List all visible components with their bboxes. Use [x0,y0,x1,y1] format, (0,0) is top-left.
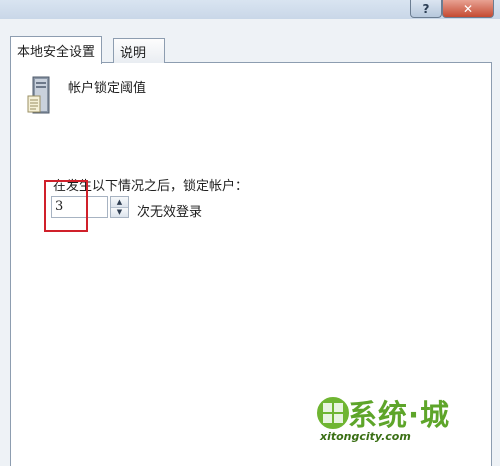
threshold-spinner: ▲ ▼ [110,196,129,218]
window-chrome: ? ✕ [0,0,500,19]
help-button[interactable]: ? [410,0,442,18]
windows-logo-icon [315,395,351,431]
close-button[interactable]: ✕ [442,0,494,18]
server-icon [27,76,50,114]
watermark-brand: 系统·城 [348,398,451,432]
close-icon: ✕ [462,1,474,16]
policy-title: 帐户锁定阈值 [68,81,147,96]
question-icon: ? [422,1,430,16]
annotation-highlight-box [44,180,88,232]
spin-down-button[interactable]: ▼ [111,207,128,217]
spin-up-button[interactable]: ▲ [111,197,128,208]
caret-up-icon: ▲ [116,197,123,206]
tab-explain[interactable]: 说明 [113,38,165,63]
watermark-url: xitongcity.com [320,430,411,443]
invalid-logon-label: 次无效登录 [137,205,203,220]
caret-down-icon: ▼ [116,208,123,217]
watermark: 系统·城 xitongcity.com [308,390,468,448]
tab-label: 说明 [120,45,147,61]
tab-local-security-setting[interactable]: 本地安全设置 [10,36,103,64]
tab-label: 本地安全设置 [17,45,96,60]
